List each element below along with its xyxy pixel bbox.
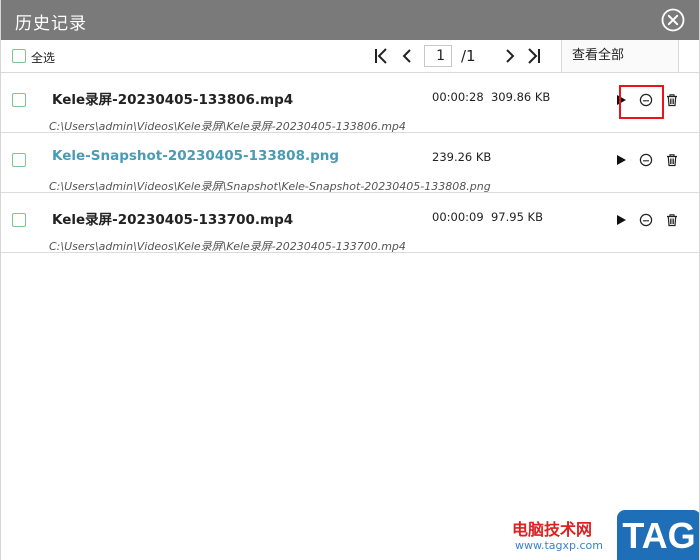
watermark-url: www.tagxp.com xyxy=(515,539,603,552)
file-path: C:\Users\admin\Videos\Kele录屏\Kele录屏-2023… xyxy=(49,120,406,133)
file-name: Kele录屏-20230405-133806.mp4 xyxy=(52,92,294,108)
first-page-icon[interactable] xyxy=(371,46,391,66)
file-size: 239.26 KB xyxy=(432,150,492,164)
toolbar: 全选 /1 查看全部 xyxy=(1,40,699,73)
trash-icon[interactable] xyxy=(665,213,679,227)
title-bar: 历史记录 xyxy=(1,0,699,40)
history-window: 历史记录 全选 /1 查看全部 Kele录屏-20230405-133806.m… xyxy=(0,0,700,560)
file-duration: 00:00:28 309.86 KB xyxy=(432,90,551,104)
trash-icon[interactable] xyxy=(665,93,679,107)
open-folder-icon[interactable] xyxy=(639,213,653,227)
watermark-logo: TAG xyxy=(617,510,699,560)
row-checkbox[interactable] xyxy=(12,153,26,167)
page-total: /1 xyxy=(461,47,476,65)
list-item: Kele-Snapshot-20230405-133808.png 239.26… xyxy=(1,133,699,193)
watermark: 电脑技术网 www.tagxp.com TAG xyxy=(509,510,699,560)
close-icon[interactable] xyxy=(661,8,685,32)
play-icon[interactable] xyxy=(614,213,628,227)
row-checkbox[interactable] xyxy=(12,213,26,227)
file-name: Kele录屏-20230405-133700.mp4 xyxy=(52,212,294,228)
open-folder-icon[interactable] xyxy=(639,153,653,167)
trash-icon[interactable] xyxy=(665,153,679,167)
select-all-checkbox[interactable] xyxy=(12,49,26,63)
file-path: C:\Users\admin\Videos\Kele录屏\Kele录屏-2023… xyxy=(49,240,406,253)
watermark-text: 电脑技术网 xyxy=(512,520,593,539)
select-all-label: 全选 xyxy=(31,51,56,65)
file-name-link[interactable]: Kele-Snapshot-20230405-133808.png xyxy=(52,148,339,164)
window-title: 历史记录 xyxy=(15,14,87,34)
view-all-button[interactable]: 查看全部 xyxy=(561,40,679,72)
list-item: Kele录屏-20230405-133700.mp4 00:00:09 97.9… xyxy=(1,193,699,253)
row-checkbox[interactable] xyxy=(12,93,26,107)
list-item: Kele录屏-20230405-133806.mp4 00:00:28 309.… xyxy=(1,73,699,133)
play-icon[interactable] xyxy=(614,153,628,167)
file-path: C:\Users\admin\Videos\Kele录屏\Snapshot\Ke… xyxy=(49,180,491,193)
page-number-input[interactable] xyxy=(424,45,452,67)
highlight-annotation xyxy=(619,85,664,119)
chevron-left-icon[interactable] xyxy=(397,46,417,66)
file-duration: 00:00:09 97.95 KB xyxy=(432,210,543,224)
chevron-right-icon[interactable] xyxy=(500,46,520,66)
last-page-icon[interactable] xyxy=(524,46,544,66)
